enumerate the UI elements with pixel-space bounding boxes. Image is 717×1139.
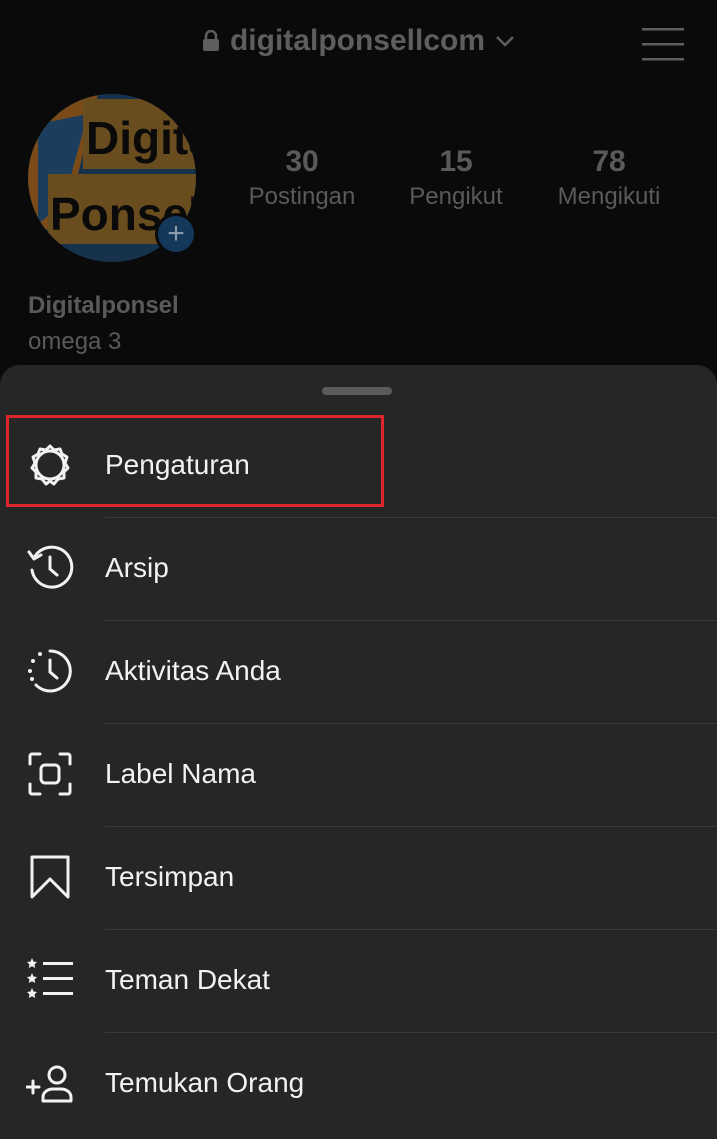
menu-item-label: Pengaturan: [105, 449, 250, 480]
nametag-scan-icon: [26, 750, 74, 798]
stat-followers-label: Pengikut: [409, 183, 503, 210]
bottom-sheet-menu: Pengaturan Arsip Aktivitas Anda Label Na…: [0, 365, 717, 1139]
menu-item-close-friends[interactable]: Teman Dekat: [0, 930, 717, 1033]
menu-item-label: Temukan Orang: [105, 1067, 305, 1098]
menu-item-label: Label Nama: [105, 758, 256, 789]
stat-following[interactable]: 78 Mengikuti: [544, 145, 674, 211]
profile-bio: omega 3: [28, 328, 122, 355]
bookmark-icon: [26, 853, 74, 901]
stat-followers[interactable]: 15 Pengikut: [398, 145, 514, 211]
archive-history-icon: [26, 544, 74, 592]
lock-icon: [202, 30, 219, 51]
menu-item-label: Aktivitas Anda: [105, 655, 281, 686]
username-label: digitalponsellcom: [229, 24, 486, 57]
menu-item-archive[interactable]: Arsip: [0, 518, 717, 621]
sheet-drag-handle[interactable]: [322, 387, 392, 395]
menu-item-saved[interactable]: Tersimpan: [0, 827, 717, 930]
chevron-down-icon: [496, 36, 514, 47]
stat-posts[interactable]: 30 Postingan: [240, 145, 364, 211]
close-friends-list-icon: [26, 956, 74, 1004]
menu-item-nametag[interactable]: Label Nama: [0, 724, 717, 827]
menu-item-label: Arsip: [105, 552, 169, 583]
hamburger-menu-icon[interactable]: [642, 26, 684, 62]
stat-following-count: 78: [592, 145, 626, 178]
stat-posts-label: Postingan: [248, 183, 356, 210]
add-person-icon: [25, 1059, 74, 1107]
menu-item-your-activity[interactable]: Aktivitas Anda: [0, 621, 717, 724]
menu-item-discover-people[interactable]: Temukan Orang: [0, 1033, 717, 1136]
profile-display-name: Digitalponsel: [28, 292, 179, 319]
stat-posts-count: 30: [285, 145, 319, 178]
username-switcher[interactable]: digitalponsellcom: [0, 24, 717, 58]
menu-item-label: Tersimpan: [105, 861, 235, 892]
stat-followers-count: 15: [439, 145, 473, 178]
activity-clock-icon: [26, 647, 74, 695]
avatar-text-top: Digital: [86, 112, 196, 164]
gear-icon: [26, 441, 74, 489]
menu-item-settings[interactable]: Pengaturan: [0, 415, 717, 518]
add-story-plus-icon[interactable]: +: [155, 213, 197, 255]
menu-item-label: Teman Dekat: [105, 964, 270, 995]
stat-following-label: Mengikuti: [557, 183, 661, 210]
top-bar: digitalponsellcom: [0, 0, 717, 90]
profile-screen: digitalponsellcom Digital Ponsel + 30 Po…: [0, 0, 717, 1139]
